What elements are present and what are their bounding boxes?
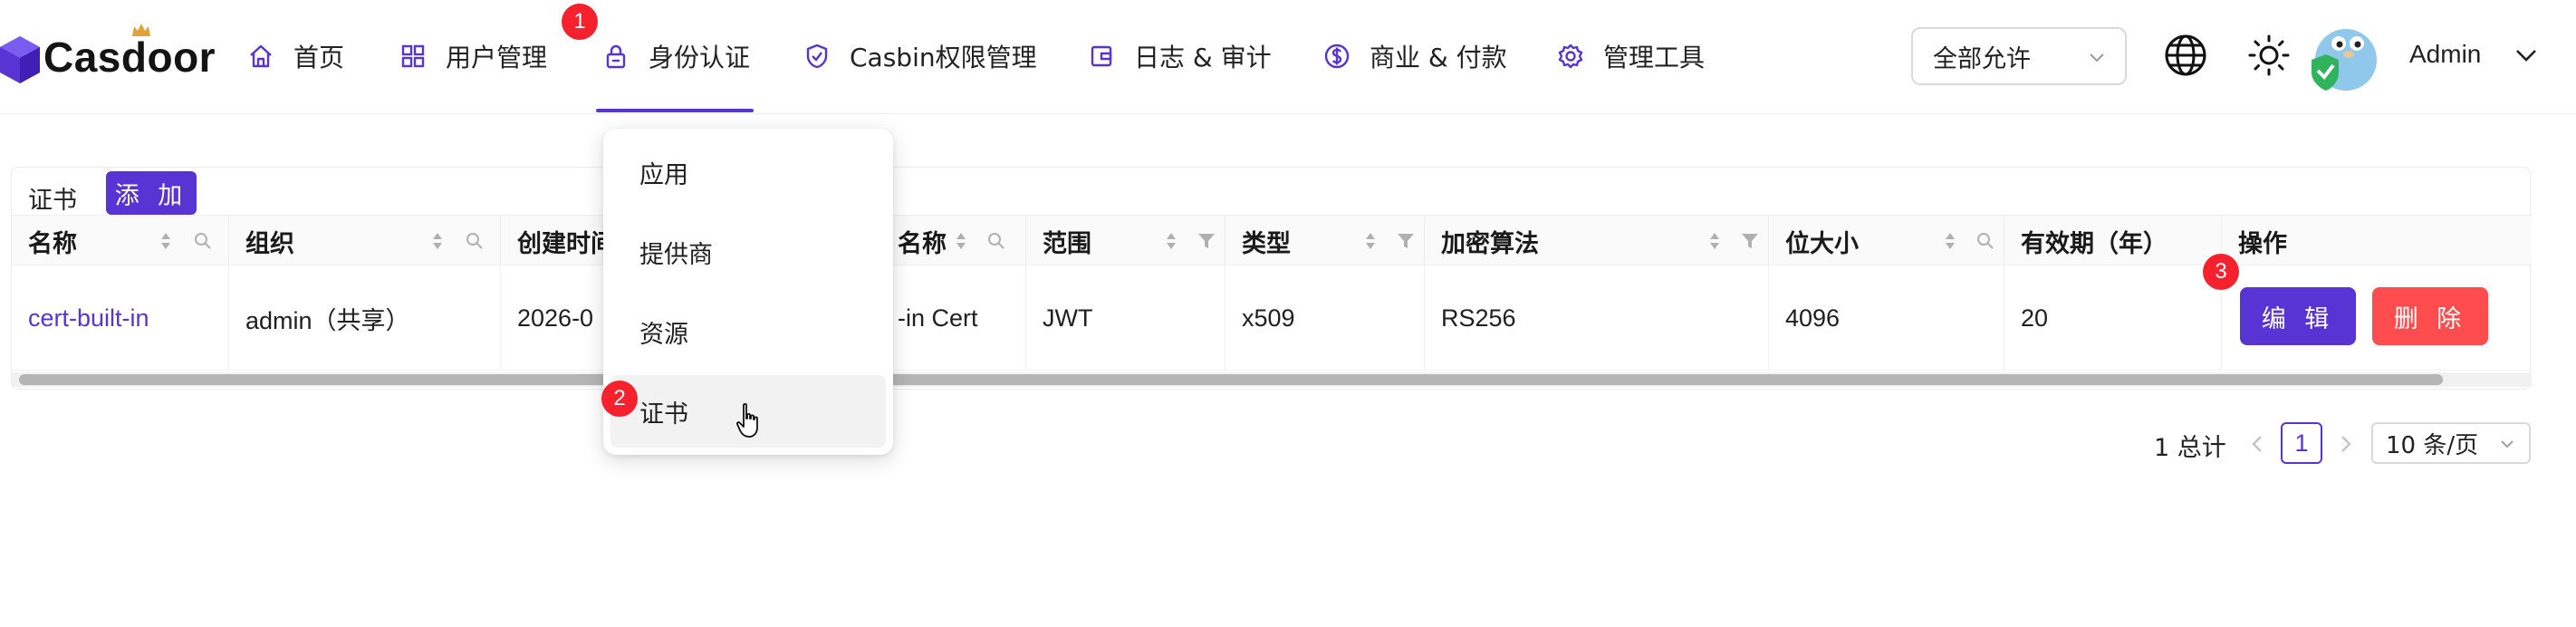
- shield-check-icon: [806, 43, 828, 69]
- nav-authentication[interactable]: 身份认证: [595, 31, 755, 112]
- nav-business-payment[interactable]: 商业 & 付款: [1322, 31, 1507, 82]
- hand-pointer-icon: [736, 402, 758, 438]
- column-actions: 操作: [2222, 216, 2532, 266]
- nav-casbin[interactable]: Casbin权限管理: [803, 31, 1037, 82]
- column-bit-size-label: 位大小: [1785, 229, 1859, 258]
- page-size-value: 10 条/页: [2386, 431, 2479, 459]
- pagination-total: 1 总计: [2154, 434, 2226, 462]
- sort-icon[interactable]: [1707, 229, 1722, 253]
- chevron-down-icon[interactable]: [2514, 45, 2538, 65]
- organization-select[interactable]: 全部允许: [1911, 27, 2127, 85]
- column-name-label: 名称: [28, 229, 77, 258]
- nav-authentication-label: 身份认证: [649, 43, 751, 72]
- crown-icon: [132, 24, 150, 36]
- menu-item-applications[interactable]: 应用: [610, 136, 886, 208]
- chevron-down-icon: [2090, 53, 2104, 63]
- page-size-select[interactable]: 10 条/页: [2371, 422, 2531, 464]
- horizontal-scrollbar[interactable]: [12, 372, 2532, 387]
- column-expire[interactable]: 有效期（年）: [2004, 216, 2222, 266]
- cell-display-name: -in Cert: [881, 265, 1026, 371]
- table-title: 证书: [28, 187, 77, 215]
- add-button[interactable]: 添 加: [106, 171, 197, 215]
- filter-icon[interactable]: [1740, 231, 1760, 251]
- cell-bit-size: 4096: [1769, 265, 2004, 371]
- language-globe-icon[interactable]: [2163, 33, 2208, 78]
- cell-name[interactable]: cert-built-in: [12, 265, 229, 371]
- cell-type: x509: [1226, 265, 1425, 371]
- menu-item-providers[interactable]: 提供商: [610, 216, 886, 288]
- column-algorithm-label: 加密算法: [1441, 229, 1539, 258]
- column-organization-label: 组织: [245, 229, 294, 258]
- search-icon[interactable]: [193, 231, 213, 251]
- theme-sun-icon[interactable]: [2246, 33, 2292, 78]
- column-expire-label: 有效期（年）: [2021, 229, 2167, 258]
- search-icon[interactable]: [986, 231, 1006, 251]
- column-display-name[interactable]: 名称: [881, 216, 1026, 266]
- wallet-icon: [1091, 45, 1112, 67]
- nav-admin-tools-label: 管理工具: [1603, 43, 1706, 72]
- grid-icon: [401, 44, 425, 68]
- user-avatar[interactable]: [2308, 20, 2380, 92]
- username[interactable]: Admin: [2409, 40, 2481, 69]
- casdoor-logo-icon: [0, 36, 40, 83]
- column-actions-label: 操作: [2238, 229, 2287, 258]
- sort-icon[interactable]: [954, 229, 968, 253]
- logo-text: Casdoor: [43, 34, 216, 81]
- chevron-left-icon[interactable]: [2246, 429, 2268, 458]
- chevron-down-icon: [2501, 440, 2514, 449]
- nav-logs-audit-label: 日志 & 审计: [1134, 43, 1272, 72]
- table-header: 名称 组织 创建时间 名称 范围 类型 加密算法 位大小 有效期（年） 操作: [12, 215, 2532, 266]
- nav-home[interactable]: 首页: [246, 31, 344, 82]
- edit-button[interactable]: 编 辑: [2240, 287, 2356, 345]
- step-2-badge: 2: [601, 381, 638, 417]
- column-scope[interactable]: 范围: [1026, 216, 1226, 266]
- lock-icon: [606, 44, 626, 69]
- cell-scope: JWT: [1026, 265, 1226, 371]
- nav-business-payment-label: 商业 & 付款: [1370, 43, 1507, 72]
- column-display-name-label: 名称: [898, 229, 947, 258]
- casdoor-logo[interactable]: Casdoor: [0, 25, 216, 89]
- nav-logs-audit[interactable]: 日志 & 审计: [1087, 31, 1272, 82]
- nav-home-label: 首页: [293, 43, 345, 72]
- chevron-right-icon[interactable]: [2335, 429, 2357, 458]
- step-1-badge: 1: [562, 4, 598, 40]
- menu-item-resources[interactable]: 资源: [610, 295, 886, 368]
- search-icon[interactable]: [465, 231, 485, 251]
- pagination-current-page[interactable]: 1: [2281, 422, 2322, 464]
- column-type[interactable]: 类型: [1226, 216, 1425, 266]
- column-scope-label: 范围: [1043, 229, 1091, 258]
- step-3-badge: 3: [2203, 254, 2239, 290]
- sort-icon[interactable]: [1164, 229, 1178, 253]
- dollar-icon: [1324, 43, 1350, 69]
- filter-icon[interactable]: [1197, 231, 1216, 251]
- cell-organization: admin（共享）: [229, 265, 501, 371]
- cell-algorithm: RS256: [1425, 265, 1769, 371]
- filter-icon[interactable]: [1396, 231, 1416, 251]
- column-created-time-label: 创建时间: [517, 229, 615, 258]
- column-organization[interactable]: 组织: [229, 216, 501, 266]
- cert-table-card: 证书 添 加 名称 组织 创建时间 名称 范围 类型 加密算法 位大小 有效期（…: [11, 167, 2532, 390]
- nav-casbin-label: Casbin权限管理: [850, 43, 1037, 72]
- sort-icon[interactable]: [430, 229, 445, 253]
- gear-icon: [1558, 43, 1583, 69]
- organization-select-value: 全部允许: [1933, 44, 2031, 73]
- sort-icon[interactable]: [1943, 229, 1957, 253]
- sort-icon[interactable]: [159, 229, 173, 253]
- nav-user-management[interactable]: 用户管理: [399, 31, 547, 82]
- cell-expire: 20: [2004, 265, 2222, 371]
- home-icon: [250, 44, 272, 68]
- column-name[interactable]: 名称: [12, 216, 229, 266]
- column-type-label: 类型: [1242, 229, 1291, 258]
- sort-icon[interactable]: [1363, 229, 1378, 253]
- column-bit-size[interactable]: 位大小: [1769, 216, 2004, 266]
- column-algorithm[interactable]: 加密算法: [1425, 216, 1769, 266]
- search-icon[interactable]: [1975, 231, 1995, 251]
- nav-user-management-label: 用户管理: [446, 43, 548, 72]
- scrollbar-thumb[interactable]: [19, 374, 2443, 385]
- table-row: cert-built-in admin（共享） 2026-0 -in Cert …: [12, 265, 2532, 371]
- nav-admin-tools[interactable]: 管理工具: [1556, 31, 1705, 82]
- delete-button[interactable]: 删 除: [2372, 287, 2488, 345]
- top-navbar: Casdoor 首页 用户管理 身份认证 Casbin权限管理 日志 & 审计 …: [0, 0, 2576, 114]
